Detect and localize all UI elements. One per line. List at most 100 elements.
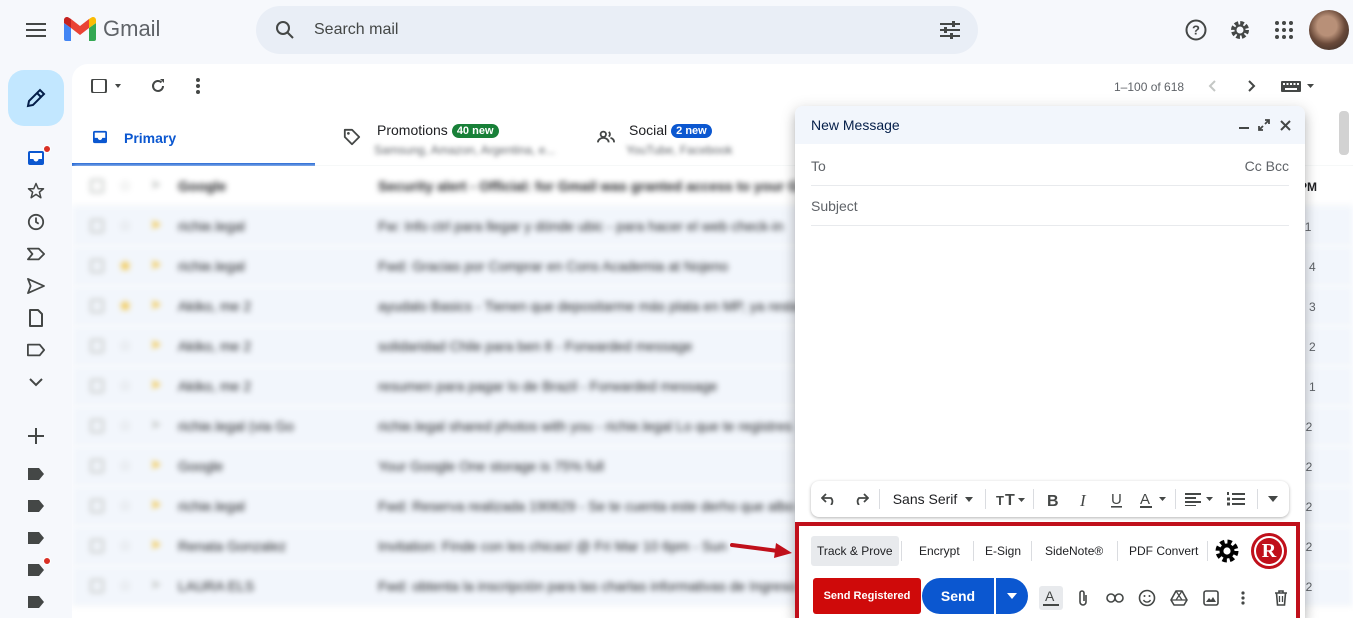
label-tag-icon[interactable] xyxy=(24,526,48,550)
italic-icon[interactable]: I xyxy=(1073,487,1097,511)
sent-icon[interactable] xyxy=(24,274,48,298)
send-button[interactable]: Send xyxy=(922,578,994,614)
star-icon[interactable]: ☆ xyxy=(118,536,132,556)
more-options-icon[interactable] xyxy=(180,72,216,100)
star-icon[interactable]: ★ xyxy=(118,296,132,316)
emoji-icon[interactable] xyxy=(1135,586,1159,610)
star-icon[interactable]: ☆ xyxy=(118,216,132,236)
send-registered-button[interactable]: Send Registered xyxy=(813,578,921,614)
sidenote-button[interactable]: SideNote® xyxy=(1039,536,1109,566)
row-checkbox[interactable] xyxy=(90,379,104,393)
row-checkbox[interactable] xyxy=(90,179,104,193)
importance-marker-icon[interactable]: ➤ xyxy=(150,376,162,393)
importance-marker-icon[interactable]: ➤ xyxy=(150,216,162,233)
add-label-plus-icon[interactable] xyxy=(24,424,48,448)
row-checkbox[interactable] xyxy=(90,499,104,513)
underline-icon[interactable]: U xyxy=(1105,487,1129,511)
search-options-icon[interactable] xyxy=(922,6,978,54)
refresh-icon[interactable] xyxy=(140,72,176,100)
label-tag-icon[interactable] xyxy=(24,494,48,518)
gmail-logo[interactable]: Gmail xyxy=(64,16,160,42)
importance-marker-icon[interactable]: ➤ xyxy=(150,296,162,313)
row-checkbox[interactable] xyxy=(90,579,104,593)
input-tools-keyboard-icon[interactable] xyxy=(1276,72,1320,100)
row-checkbox[interactable] xyxy=(90,259,104,273)
star-icon[interactable]: ☆ xyxy=(118,456,132,476)
importance-marker-icon[interactable]: ➤ xyxy=(150,416,162,433)
fullscreen-icon[interactable] xyxy=(1255,116,1273,134)
track-prove-button[interactable]: Track & Prove xyxy=(811,536,899,566)
newer-chevron-left-icon[interactable] xyxy=(1194,72,1230,100)
redo-icon[interactable] xyxy=(851,487,871,511)
row-checkbox[interactable] xyxy=(90,339,104,353)
label-icon[interactable] xyxy=(24,338,48,362)
main-menu-button[interactable] xyxy=(16,10,56,50)
apps-grid-icon[interactable] xyxy=(1264,10,1304,50)
important-icon[interactable] xyxy=(24,242,48,266)
account-avatar[interactable] xyxy=(1309,10,1349,50)
bold-icon[interactable]: B xyxy=(1041,487,1065,511)
importance-marker-icon[interactable]: ➤ xyxy=(150,336,162,353)
search-bar[interactable] xyxy=(256,6,978,54)
importance-marker-icon[interactable]: ➤ xyxy=(150,576,162,593)
importance-marker-icon[interactable]: ➤ xyxy=(150,456,162,473)
tab-promotions[interactable]: Promotions 40 new Samsung, Amazon, Argent… xyxy=(330,112,580,166)
settings-icon[interactable] xyxy=(1220,10,1260,50)
star-icon[interactable]: ☆ xyxy=(118,336,132,356)
drafts-icon[interactable] xyxy=(24,306,48,330)
row-checkbox[interactable] xyxy=(90,219,104,233)
star-icon[interactable]: ☆ xyxy=(118,496,132,516)
older-chevron-right-icon[interactable] xyxy=(1234,72,1270,100)
importance-marker-icon[interactable]: ➤ xyxy=(150,176,162,193)
starred-icon[interactable] xyxy=(24,179,48,203)
label-tag-icon[interactable] xyxy=(24,462,48,486)
font-family-select[interactable]: Sans Serif xyxy=(887,487,979,511)
close-icon[interactable] xyxy=(1276,116,1294,134)
label-tag-icon[interactable] xyxy=(24,590,48,614)
row-checkbox[interactable] xyxy=(90,299,104,313)
importance-marker-icon[interactable]: ➤ xyxy=(150,536,162,553)
importance-marker-icon[interactable]: ➤ xyxy=(150,496,162,513)
discard-draft-trash-icon[interactable] xyxy=(1269,586,1293,610)
insert-photo-icon[interactable] xyxy=(1199,586,1223,610)
esign-button[interactable]: E-Sign xyxy=(979,536,1027,566)
align-icon[interactable] xyxy=(1183,487,1217,511)
more-options-vertical-icon[interactable] xyxy=(1231,586,1255,610)
insert-link-icon[interactable] xyxy=(1103,586,1127,610)
row-checkbox[interactable] xyxy=(90,539,104,553)
addon-settings-gear-icon[interactable] xyxy=(1213,537,1241,565)
font-size-icon[interactable]: TT xyxy=(993,487,1029,511)
help-icon[interactable]: ? xyxy=(1176,10,1216,50)
importance-marker-icon[interactable]: ➤ xyxy=(150,256,162,273)
subject-field[interactable]: Subject xyxy=(811,186,1289,226)
rpost-logo[interactable]: R xyxy=(1251,533,1287,569)
more-formatting-icon[interactable] xyxy=(1263,487,1283,511)
to-field[interactable]: To Cc Bcc xyxy=(811,146,1289,186)
star-icon[interactable]: ☆ xyxy=(118,176,132,196)
compose-button[interactable] xyxy=(8,70,64,126)
minimize-icon[interactable] xyxy=(1235,116,1253,134)
row-checkbox[interactable] xyxy=(90,419,104,433)
schedule-send-dropdown[interactable] xyxy=(996,578,1028,614)
tab-social[interactable]: Social 2 new YouTube, Facebook xyxy=(582,112,782,166)
encrypt-button[interactable]: Encrypt xyxy=(913,536,966,566)
search-input[interactable] xyxy=(314,21,922,39)
list-scrollbar[interactable] xyxy=(1339,111,1349,155)
numbered-list-icon[interactable] xyxy=(1223,487,1249,511)
select-all-checkbox[interactable] xyxy=(86,72,126,100)
attach-file-icon[interactable] xyxy=(1071,586,1095,610)
compose-header[interactable]: New Message xyxy=(795,106,1305,144)
more-chevron-down-icon[interactable] xyxy=(24,370,48,394)
search-icon[interactable] xyxy=(256,6,314,54)
cc-bcc-link[interactable]: Cc Bcc xyxy=(1245,158,1289,174)
row-checkbox[interactable] xyxy=(90,459,104,473)
formatting-options-icon[interactable]: A xyxy=(1039,586,1063,610)
undo-icon[interactable] xyxy=(819,487,839,511)
star-icon[interactable]: ☆ xyxy=(118,376,132,396)
tab-primary[interactable]: Primary xyxy=(72,112,315,166)
snoozed-icon[interactable] xyxy=(24,210,48,234)
text-color-icon[interactable]: A xyxy=(1137,487,1171,511)
google-drive-icon[interactable] xyxy=(1167,586,1191,610)
star-icon[interactable]: ☆ xyxy=(118,576,132,596)
star-icon[interactable]: ★ xyxy=(118,256,132,276)
